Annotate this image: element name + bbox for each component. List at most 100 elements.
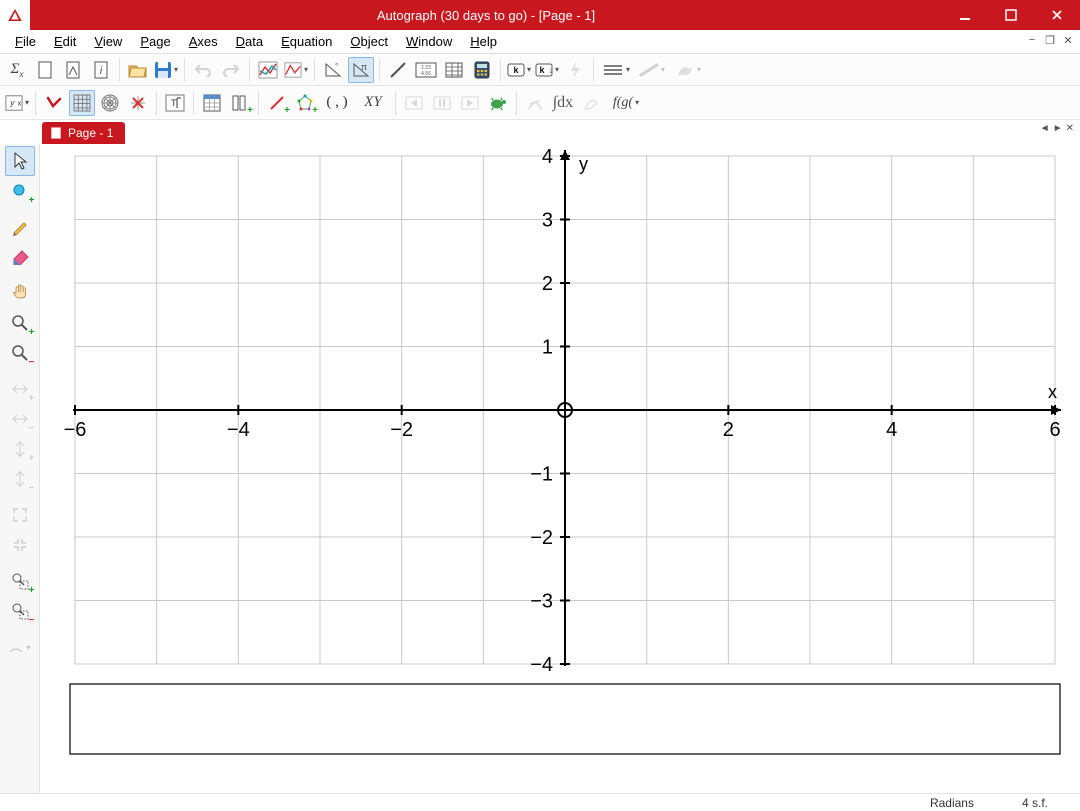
anim-pause-button[interactable] <box>429 90 455 116</box>
title-bar: Autograph (30 days to go) - [Page - 1] <box>0 0 1080 30</box>
angle-rad-button[interactable]: π <box>348 57 374 83</box>
zoom-out-tool[interactable]: − <box>5 338 35 368</box>
svg-text:−3: −3 <box>530 591 553 613</box>
eraser-tool[interactable] <box>5 242 35 272</box>
pointer-tool[interactable] <box>5 146 35 176</box>
menu-file[interactable]: File <box>6 32 45 51</box>
page-tab-label: Page - 1 <box>68 126 113 140</box>
calculator-button[interactable] <box>469 57 495 83</box>
status-bar: Radians 4 s.f. <box>0 793 1080 811</box>
turtle-button[interactable] <box>485 90 511 116</box>
svg-text:4: 4 <box>886 419 897 441</box>
zoom-y-out-tool[interactable]: − <box>5 464 35 494</box>
table-button[interactable] <box>441 57 467 83</box>
mdi-restore-button[interactable]: ❐ <box>1042 33 1058 47</box>
add-column-button[interactable]: + <box>227 90 253 116</box>
plot-lines-button[interactable] <box>255 57 281 83</box>
maximize-button[interactable] <box>988 0 1034 30</box>
menu-data[interactable]: Data <box>227 32 272 51</box>
svg-text:x: x <box>1048 382 1057 402</box>
menu-help[interactable]: Help <box>461 32 506 51</box>
delete-grid-button[interactable] <box>125 90 151 116</box>
menu-window[interactable]: Window <box>397 32 461 51</box>
add-point-tool[interactable]: + <box>5 176 35 206</box>
page-tab-1[interactable]: Page - 1 <box>42 122 125 144</box>
add-shape-button[interactable]: + <box>292 90 318 116</box>
y-equals-x-button[interactable]: yx <box>4 90 30 116</box>
data-table-button[interactable] <box>199 90 225 116</box>
svg-text:T: T <box>171 98 177 108</box>
angle-deg-button[interactable]: ° <box>320 57 346 83</box>
show-axes-button[interactable] <box>41 90 67 116</box>
coordinates-button[interactable]: ( , ) <box>320 90 354 116</box>
close-button[interactable] <box>1034 0 1080 30</box>
plot-style-button[interactable] <box>283 57 309 83</box>
show-grid-button[interactable] <box>69 90 95 116</box>
menu-equation[interactable]: Equation <box>272 32 341 51</box>
horse-button[interactable] <box>671 57 705 83</box>
shrink-tool[interactable] <box>5 530 35 560</box>
line-style-button[interactable] <box>599 57 633 83</box>
leaf-button[interactable] <box>578 90 604 116</box>
info-button[interactable]: i <box>88 57 114 83</box>
keyboard-k-button[interactable]: k <box>506 57 532 83</box>
svg-text:k: k <box>539 64 544 74</box>
zoom-box-in-tool[interactable]: + <box>5 566 35 596</box>
results-box-button[interactable]: 1.234.56 <box>413 57 439 83</box>
new-page-button[interactable] <box>32 57 58 83</box>
flash-button[interactable] <box>562 57 588 83</box>
svg-text:3: 3 <box>542 210 553 232</box>
pencil-tool[interactable] <box>5 212 35 242</box>
measure-button[interactable] <box>385 57 411 83</box>
menu-view[interactable]: View <box>85 32 131 51</box>
svg-text:−4: −4 <box>227 419 250 441</box>
zoom-in-tool[interactable]: + <box>5 308 35 338</box>
mdi-close-button[interactable]: ✕ <box>1060 33 1076 47</box>
zoom-x-in-tool[interactable]: + <box>5 374 35 404</box>
toolbar-secondary: yx T + + + ( , ) XY ∫dx f(g( <box>0 86 1080 120</box>
keyboard-k-down-button[interactable]: k↓ <box>534 57 560 83</box>
redo-button[interactable] <box>218 57 244 83</box>
workspace: + + − + − + − + − −6−4−2246−4−3−2−11234x… <box>0 144 1080 793</box>
pan-tool[interactable] <box>5 278 35 308</box>
draw-line-button[interactable] <box>635 57 669 83</box>
arc-tool[interactable] <box>5 632 35 662</box>
svg-text:y: y <box>579 154 588 174</box>
menu-page[interactable]: Page <box>131 32 179 51</box>
minimize-button[interactable] <box>942 0 988 30</box>
add-line-button[interactable]: + <box>264 90 290 116</box>
svg-text:1: 1 <box>542 337 553 359</box>
zoom-box-out-tool[interactable]: − <box>5 596 35 626</box>
undo-button[interactable] <box>190 57 216 83</box>
svg-text:2: 2 <box>723 419 734 441</box>
svg-text:↓: ↓ <box>549 65 553 74</box>
new-equation-button[interactable]: Σx <box>4 57 30 83</box>
svg-text:−2: −2 <box>390 419 413 441</box>
open-button[interactable] <box>125 57 151 83</box>
mdi-minimize-button[interactable]: − <box>1024 33 1040 47</box>
xy-button[interactable]: XY <box>356 90 390 116</box>
menu-edit[interactable]: Edit <box>45 32 85 51</box>
derivative-button[interactable] <box>522 90 548 116</box>
tab-scroll-right[interactable]: ► <box>1053 123 1063 134</box>
svg-text:k: k <box>513 64 518 74</box>
zoom-x-out-tool[interactable]: − <box>5 404 35 434</box>
text-label-button[interactable]: T <box>162 90 188 116</box>
svg-text:2: 2 <box>542 273 553 295</box>
anim-back-button[interactable] <box>401 90 427 116</box>
expand-tool[interactable] <box>5 500 35 530</box>
tab-scroll-controls: ◄ ► ✕ <box>1040 123 1074 134</box>
polar-grid-button[interactable] <box>97 90 123 116</box>
tab-close[interactable]: ✕ <box>1066 123 1074 134</box>
new-page-portrait-button[interactable] <box>60 57 86 83</box>
menu-axes[interactable]: Axes <box>180 32 227 51</box>
svg-text:°: ° <box>335 62 338 71</box>
anim-play-button[interactable] <box>457 90 483 116</box>
graph-canvas[interactable]: −6−4−2246−4−3−2−11234xy <box>40 144 1080 793</box>
save-button[interactable] <box>153 57 179 83</box>
function-fg-button[interactable]: f(g( <box>606 90 646 116</box>
integral-button[interactable]: ∫dx <box>550 90 576 116</box>
menu-object[interactable]: Object <box>341 32 397 51</box>
tab-scroll-left[interactable]: ◄ <box>1040 123 1050 134</box>
zoom-y-in-tool[interactable]: + <box>5 434 35 464</box>
